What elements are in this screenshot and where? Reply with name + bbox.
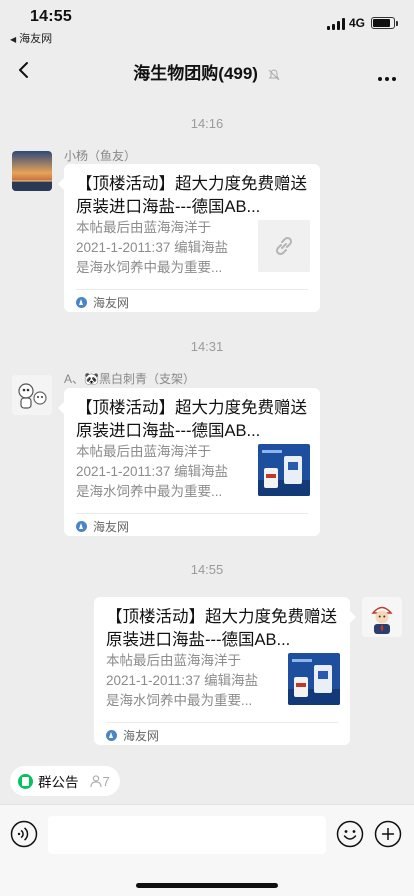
link-card[interactable]: 【顶楼活动】超大力度免费赠送原装进口海盐---德国AB... 本帖最后由蓝海海洋… bbox=[58, 388, 320, 536]
message-list[interactable]: 14:16 小杨（鱼友） 【顶楼活动】超大力度免费赠送原装进口海盐---德国AB… bbox=[0, 94, 414, 758]
card-title: 【顶楼活动】超大力度免费赠送原装进口海盐---德国AB... bbox=[76, 399, 307, 440]
card-source-label: 海友网 bbox=[93, 296, 130, 310]
battery-icon bbox=[371, 17, 398, 29]
sender-name: A、🐼黑白刺青（支架） bbox=[64, 372, 195, 386]
avatar[interactable] bbox=[12, 151, 52, 191]
chat-title: 海生物团购(499) bbox=[0, 59, 414, 84]
network-type: 4G bbox=[349, 16, 366, 30]
home-indicator bbox=[136, 883, 278, 888]
card-description: 本帖最后由蓝海海洋于 2021-1-2011:37 编辑海盐是海水饲养中最为重要… bbox=[76, 444, 229, 499]
source-app-icon bbox=[76, 297, 87, 308]
sender-name: 小杨（鱼友） bbox=[64, 149, 137, 163]
chat-header: 海生物团购(499) bbox=[0, 46, 414, 94]
plus-icon[interactable] bbox=[374, 820, 402, 848]
card-source: 海友网 bbox=[76, 294, 129, 311]
message-input[interactable] bbox=[48, 816, 326, 854]
signal-icon bbox=[327, 18, 345, 30]
person-icon bbox=[89, 775, 102, 788]
group-notice-bar: 群公告 7 bbox=[0, 758, 414, 804]
card-title: 【顶楼活动】超大力度免费赠送原装进口海盐---德国AB... bbox=[76, 175, 307, 216]
product-image bbox=[288, 653, 340, 705]
notice-count-value: 7 bbox=[102, 773, 110, 789]
product-image bbox=[258, 444, 310, 496]
mute-bell-icon bbox=[268, 69, 280, 80]
back-app-label: 海友网 bbox=[19, 33, 53, 45]
card-source-label: 海友网 bbox=[93, 520, 130, 534]
link-card[interactable]: 【顶楼活动】超大力度免费赠送原装进口海盐---德国AB... 本帖最后由蓝海海洋… bbox=[94, 597, 356, 745]
back-triangle-icon: ◀ bbox=[10, 35, 17, 44]
card-source-label: 海友网 bbox=[123, 729, 160, 743]
battery-fill bbox=[373, 19, 390, 27]
card-source: 海友网 bbox=[106, 727, 159, 744]
status-time: 14:55 bbox=[30, 8, 72, 25]
notice-icon bbox=[18, 773, 33, 789]
card-divider bbox=[76, 289, 308, 290]
message-timestamp: 14:31 bbox=[190, 339, 224, 354]
voice-input-icon[interactable] bbox=[10, 820, 38, 848]
source-app-icon bbox=[106, 730, 117, 741]
avatar[interactable] bbox=[12, 375, 52, 415]
notice-label: 群公告 bbox=[38, 775, 79, 790]
card-divider bbox=[106, 722, 338, 723]
link-icon bbox=[258, 220, 310, 272]
more-options-icon[interactable] bbox=[375, 68, 396, 86]
source-app-icon bbox=[76, 521, 87, 532]
card-source: 海友网 bbox=[76, 518, 129, 535]
avatar[interactable] bbox=[362, 597, 402, 637]
message-timestamp: 14:55 bbox=[190, 562, 224, 577]
input-bar bbox=[0, 804, 414, 896]
group-notice-button[interactable]: 群公告 7 bbox=[10, 766, 120, 796]
link-card[interactable]: 【顶楼活动】超大力度免费赠送原装进口海盐---德国AB... 本帖最后由蓝海海洋… bbox=[58, 164, 320, 312]
notice-count: 7 bbox=[89, 774, 110, 789]
message-timestamp: 14:16 bbox=[190, 116, 224, 131]
card-description: 本帖最后由蓝海海洋于 2021-1-2011:37 编辑海盐是海水饲养中最为重要… bbox=[106, 653, 259, 708]
emoji-icon[interactable] bbox=[336, 820, 364, 848]
chat-title-text: 海生物团购(499) bbox=[133, 64, 258, 83]
card-title: 【顶楼活动】超大力度免费赠送原装进口海盐---德国AB... bbox=[106, 608, 337, 649]
back-to-app-link[interactable]: ◀ 海友网 bbox=[10, 30, 52, 46]
status-bar: 14:55 ◀ 海友网 4G bbox=[0, 0, 414, 46]
card-description: 本帖最后由蓝海海洋于 2021-1-2011:37 编辑海盐是海水饲养中最为重要… bbox=[76, 220, 229, 275]
card-divider bbox=[76, 513, 308, 514]
